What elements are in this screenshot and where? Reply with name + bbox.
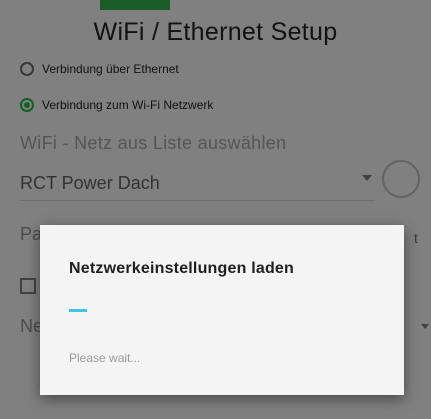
dialog-title: Netzwerkeinstellungen laden: [69, 260, 295, 277]
progress-indicator: [69, 309, 87, 312]
loading-dialog: Netzwerkeinstellungen laden Please wait.…: [40, 225, 404, 395]
dialog-message: Please wait...: [69, 351, 141, 365]
